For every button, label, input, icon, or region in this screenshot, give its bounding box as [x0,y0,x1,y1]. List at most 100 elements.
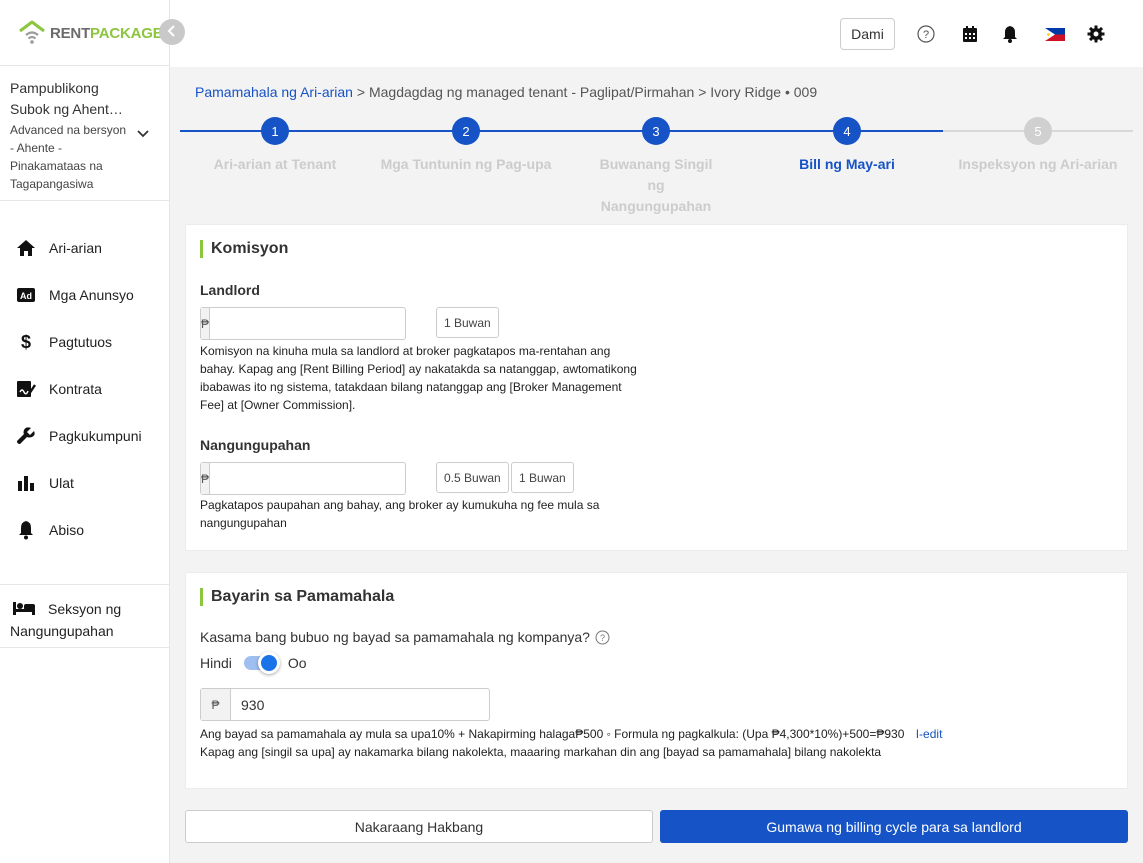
breadcrumb-separator: > [356,84,366,100]
step-3[interactable]: 3 Buwanang Singil ng Nangungupahan [561,116,751,217]
bed-icon [12,600,36,619]
breadcrumb-root-link[interactable]: Pamamahala ng Ari-arian [195,84,353,100]
breadcrumb-middle: Magdagdag ng managed tenant - Paglipat/P… [368,84,695,100]
tenant-commission-input[interactable] [210,463,412,494]
landlord-commission-input-group: ₱ [200,307,412,340]
ad-icon: Ad [15,284,37,306]
tenant-one-month-button[interactable]: 1 Buwan [511,462,574,493]
wrench-icon [15,425,37,447]
sidebar-item-label: Pagkukumpuni [49,427,142,444]
sidebar-item-label: Ulat [49,474,74,491]
step-label: Inspeksyon ng Ari-arian [958,156,1118,172]
chevron-left-icon [167,24,177,40]
breadcrumb: Pamamahala ng Ari-arian > Magdagdag ng m… [195,84,817,100]
create-billing-cycle-button[interactable]: Gumawa ng billing cycle para sa landlord [660,810,1128,843]
sidebar-item-ulat[interactable]: Ulat [0,459,170,506]
svg-text:?: ? [600,633,605,643]
management-formula-text: Ang bayad sa pamamahala ay mula sa upa10… [200,727,905,741]
logo[interactable]: RENTPACKAGE [18,18,163,48]
management-question-row: Kasama bang bubuo ng bayad sa pamamahala… [200,629,610,645]
top-bar: Dami ? [170,0,1143,67]
sidebar-item-pagkukumpuni[interactable]: Pagkukumpuni [0,412,170,459]
breadcrumb-current: Ivory Ridge • 009 [710,84,818,100]
step-number: 1 [261,117,289,145]
svg-text:?: ? [923,29,929,41]
bar-chart-icon [15,472,37,494]
sidebar-item-pagtutuos[interactable]: $ Pagtutuos [0,318,170,365]
notification-bell-icon[interactable] [1000,24,1020,44]
step-number: 4 [833,117,861,145]
progress-stepper: 1 Ari-arian at Tenant 2 Mga Tuntunin ng … [180,116,1133,214]
management-fee-note: Kapag ang [singil sa upa] ay nakamarka b… [200,745,882,759]
chevron-down-icon[interactable] [136,126,150,142]
toggle-on-label: Oo [287,655,307,671]
edit-formula-link[interactable]: I-edit [916,727,943,741]
toggle-knob [257,652,280,674]
help-icon[interactable]: ? [916,24,936,44]
account-name: Pampublikong Subok ng Ahent… [10,80,123,117]
account-plan: Advanced na bersyon - Ahente - Pinakamat… [10,123,127,191]
sidebar-item-label: Pagtutuos [49,333,113,350]
dollar-icon: $ [15,331,37,353]
question-help-icon[interactable]: ? [595,630,610,645]
management-fee-card: Bayarin sa Pamamahala Kasama bang bubuo … [185,572,1128,789]
step-number: 2 [452,117,480,145]
account-switcher[interactable]: Pampublikong Subok ng Ahent… Advanced na… [0,65,170,201]
management-question: Kasama bang bubuo ng bayad sa pamamahala… [200,629,590,645]
management-toggle-row: Hindi Oo [200,652,307,674]
calendar-icon[interactable] [960,24,980,44]
step-4[interactable]: 4 Bill ng May-ari [752,116,942,175]
management-fee-toggle[interactable] [243,652,280,674]
peso-prefix: ₱ [201,463,211,494]
breadcrumb-separator: > [698,84,707,100]
sidebar-item-label: Kontrata [49,380,102,397]
management-fee-input[interactable] [231,689,489,720]
commission-card: Komisyon Landlord ₱ 1 Buwan Komisyon na … [185,224,1128,551]
step-label: Bill ng May-ari [799,156,895,172]
step-number: 5 [1024,117,1052,145]
landlord-help-text: Komisyon na kinuha mula sa landlord at b… [200,344,637,412]
logo-text: RENTPACKAGE [50,24,163,42]
dami-button[interactable]: Dami [840,18,895,50]
svg-text:$: $ [21,332,31,352]
sidebar-item-tenant-section[interactable]: Seksyon ng Nangungupahan [0,584,170,648]
toggle-off-label: Hindi [200,655,232,671]
sidebar-item-abiso[interactable]: Abiso [0,506,170,553]
peso-prefix: ₱ [201,689,231,720]
management-fee-info: Ang bayad sa pamamahala ay mula sa upa10… [200,725,1120,743]
sidebar-nav: Ari-arian Ad Mga Anunsyo $ Pagtutuos Kon… [0,224,170,553]
tenant-half-month-button[interactable]: 0.5 Buwan [436,462,509,493]
sidebar-item-kontrata[interactable]: Kontrata [0,365,170,412]
settings-gear-icon[interactable] [1086,24,1106,44]
sidebar-item-ari-arian[interactable]: Ari-arian [0,224,170,271]
step-1[interactable]: 1 Ari-arian at Tenant [180,116,370,175]
sidebar-item-label: Abiso [49,521,85,538]
collapse-sidebar-button[interactable] [159,19,185,45]
sidebar: RENTPACKAGE Pampublikong Subok ng Ahent…… [0,0,170,863]
tenant-help-text: Pagkatapos paupahan ang bahay, ang broke… [200,498,600,530]
management-fee-input-group: ₱ [200,688,490,721]
wifi-house-icon [18,19,46,48]
previous-step-button[interactable]: Nakaraang Hakbang [185,810,653,843]
peso-prefix: ₱ [201,308,211,339]
landlord-commission-input[interactable] [210,308,412,339]
step-number: 3 [642,117,670,145]
sidebar-item-mga-anunsyo[interactable]: Ad Mga Anunsyo [0,271,170,318]
bell-icon [15,519,37,541]
step-5[interactable]: 5 Inspeksyon ng Ari-arian [943,116,1133,175]
step-2[interactable]: 2 Mga Tuntunin ng Pag-upa [371,116,561,175]
philippines-flag-icon[interactable] [1044,24,1066,44]
sidebar-item-label: Ari-arian [49,239,102,256]
commission-title: Komisyon [200,240,288,258]
tenant-commission-input-group: ₱ [200,462,412,495]
contract-icon [15,378,37,400]
step-label: Buwanang Singil ng Nangungupahan [599,156,713,214]
landlord-one-month-button[interactable]: 1 Buwan [436,307,499,338]
landlord-label: Landlord [200,282,260,298]
management-fee-title: Bayarin sa Pamamahala [200,588,394,606]
tenant-label: Nangungupahan [200,437,311,453]
home-icon [15,237,37,259]
svg-text:Ad: Ad [20,291,32,301]
step-label: Mga Tuntunin ng Pag-upa [380,156,552,172]
step-label: Ari-arian at Tenant [213,156,337,172]
